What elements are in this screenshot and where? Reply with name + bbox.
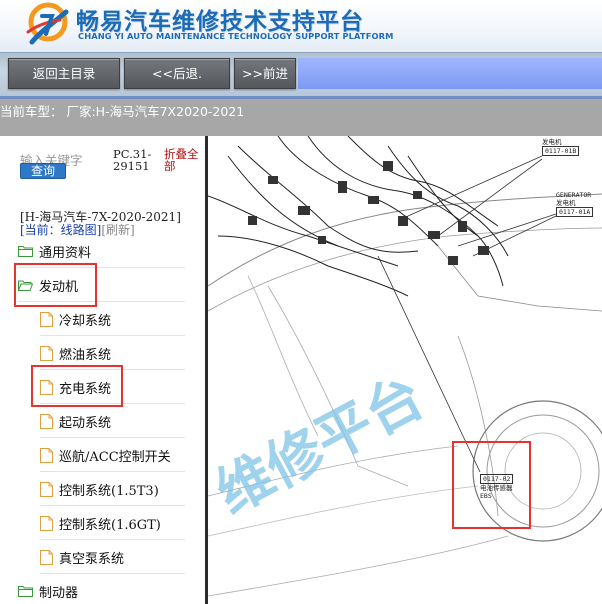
tree-item[interactable]: 巡航/ACC控制开关 bbox=[40, 438, 171, 472]
tree-item[interactable]: 控制系统(1.5T3) bbox=[40, 472, 159, 506]
callout-generator-top-code: 0117-01B bbox=[542, 146, 580, 156]
back-home-button[interactable]: 返回主目录 bbox=[8, 58, 120, 89]
highlight-box-engine bbox=[14, 263, 97, 307]
folder-icon bbox=[18, 585, 33, 597]
collapse-all-link[interactable]: 折叠全部 bbox=[164, 148, 204, 172]
tree-item[interactable]: 制动器 bbox=[18, 574, 78, 604]
tree-item-label: 制动器 bbox=[39, 585, 79, 601]
document-icon bbox=[40, 413, 53, 429]
wiring-diagram: 维修平台 发电机 0117-01B GENERATOR 发电机 0117-01A… bbox=[208, 136, 602, 604]
callout-generator: GENERATOR 发电机 0117-01A bbox=[556, 191, 594, 217]
highlight-box-sensor bbox=[452, 441, 531, 529]
current-model-text: 当前车型： 厂家:H-海马汽车7X2020-2021 bbox=[0, 104, 245, 119]
search-button[interactable]: 查询 bbox=[20, 163, 66, 179]
callout-generator-cn: 发电机 bbox=[556, 199, 576, 207]
tree-item[interactable]: 起动系统 bbox=[40, 404, 111, 438]
tree-item[interactable]: 控制系统(1.6GT) bbox=[40, 506, 161, 540]
brand-subtitle: CHANG YI AUTO MAINTENANCE TECHNOLOGY SUP… bbox=[78, 31, 394, 41]
callout-generator-code: 0117-01A bbox=[556, 207, 594, 217]
brand-logo-icon bbox=[26, 2, 69, 45]
document-icon bbox=[40, 549, 53, 565]
folder-icon bbox=[18, 245, 33, 257]
current-model-bar: 当前车型： 厂家:H-海马汽车7X2020-2021 bbox=[0, 96, 602, 136]
document-icon bbox=[40, 515, 53, 531]
tree-item-label: 通用资料 bbox=[39, 245, 92, 261]
document-icon bbox=[40, 481, 53, 497]
tree-item-label: 巡航/ACC控制开关 bbox=[59, 449, 171, 465]
refresh-link[interactable]: [刷新] bbox=[101, 223, 134, 237]
sidebar: 输入关键字 查询 PC.31-29151 折叠全部 [H-海马汽车-7X-202… bbox=[0, 136, 205, 604]
next-button[interactable]: >>前进 bbox=[234, 58, 296, 89]
prev-button[interactable]: <<后退. bbox=[124, 58, 230, 89]
tree-item-label: 真空泵系统 bbox=[59, 551, 125, 567]
document-icon bbox=[40, 345, 53, 361]
document-icon bbox=[40, 447, 53, 463]
tree-item[interactable]: 冷却系统 bbox=[40, 302, 111, 336]
callout-generator-en: GENERATOR bbox=[556, 191, 592, 199]
tree-item-label: 控制系统(1.6GT) bbox=[59, 517, 161, 533]
doc-code: PC.31-29151 bbox=[113, 147, 152, 173]
tree-item-label: 燃油系统 bbox=[59, 347, 112, 363]
highlight-box-charging bbox=[31, 365, 123, 407]
tree-item-label: 起动系统 bbox=[59, 415, 112, 431]
document-icon bbox=[40, 311, 53, 327]
tree-item[interactable]: 真空泵系统 bbox=[40, 540, 124, 574]
nav-accent-bar bbox=[298, 58, 602, 89]
callout-generator-top: 发电机 0117-01B bbox=[542, 138, 580, 156]
app-header: 畅易汽车维修技术支持平台 CHANG YI AUTO MAINTENANCE T… bbox=[0, 0, 602, 52]
callout-generator-top-cn: 发电机 bbox=[542, 138, 562, 146]
tree-item-label: 控制系统(1.5T3) bbox=[59, 483, 159, 499]
tree-item-label: 冷却系统 bbox=[59, 313, 112, 329]
nav-bar: 返回主目录 <<后退. >>前进 bbox=[0, 52, 602, 96]
